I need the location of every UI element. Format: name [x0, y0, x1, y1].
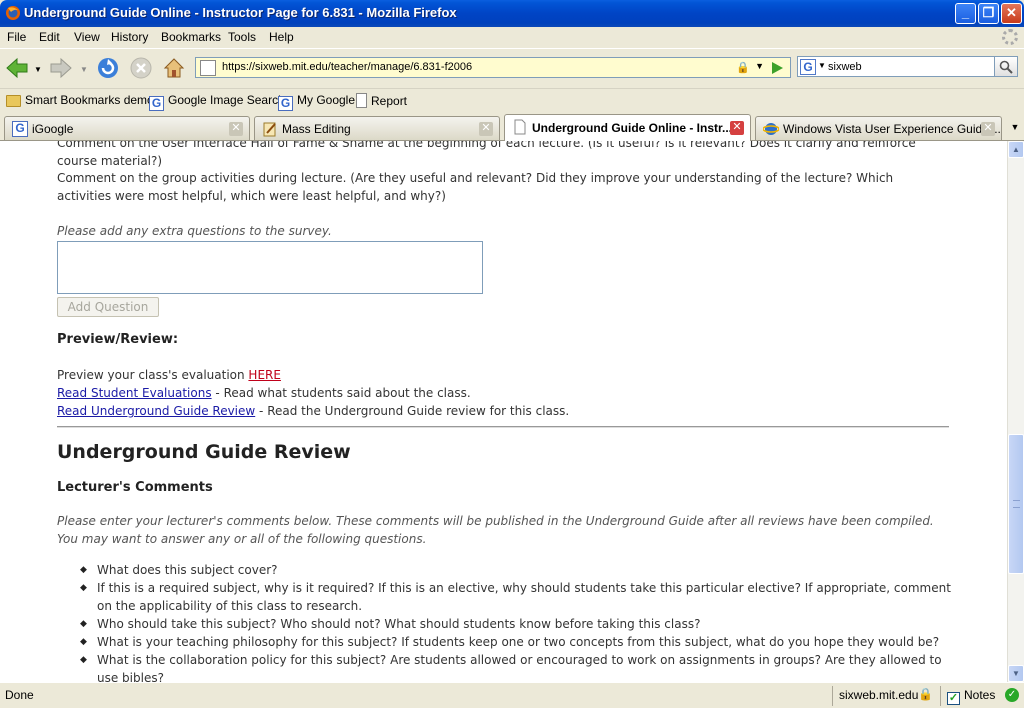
search-input[interactable] [828, 58, 988, 75]
tab-igoogle[interactable]: G iGoogle ✕ [4, 116, 250, 140]
window-title: Underground Guide Online - Instructor Pa… [24, 5, 457, 20]
history-dropdown-icon[interactable]: ▼ [755, 61, 764, 71]
extra-question-textarea[interactable] [57, 241, 483, 294]
address-url: https://sixweb.mit.edu/teacher/manage/6.… [222, 61, 473, 73]
menu-bookmarks[interactable]: Bookmarks [161, 30, 221, 44]
vertical-scrollbar[interactable]: ▲ ▼ [1007, 141, 1024, 682]
section-divider [57, 426, 949, 428]
read-student-line: Read Student Evaluations - Read what stu… [57, 386, 471, 400]
menu-bar: File Edit View History Bookmarks Tools H… [0, 27, 1024, 48]
tab-mass-editing[interactable]: Mass Editing ✕ [254, 116, 500, 140]
tab-underground-guide[interactable]: Underground Guide Online - Instr... ✕ [504, 114, 751, 141]
status-ok-icon: ✓ [1005, 688, 1019, 702]
secure-lock-icon[interactable]: 🔒 [918, 687, 933, 701]
google-engine-icon[interactable]: G [800, 59, 816, 75]
go-icon[interactable] [766, 58, 788, 78]
menu-edit[interactable]: Edit [39, 30, 60, 44]
lock-icon[interactable]: 🔒 [736, 61, 750, 74]
bookmark-google-image-search[interactable]: G Google Image Search [149, 93, 285, 111]
bookmark-smart-bookmarks[interactable]: Smart Bookmarks demos [6, 93, 160, 107]
bookmark-my-google[interactable]: G My Google [278, 93, 355, 111]
status-host: sixweb.mit.edu [832, 686, 918, 706]
forward-dropdown-icon[interactable]: ▼ [80, 65, 88, 74]
bookmark-report[interactable]: Report [356, 93, 407, 108]
magnifier-icon [999, 60, 1013, 74]
page-icon [514, 119, 526, 135]
grip-icon [1013, 500, 1020, 508]
extra-questions-prompt: Please add any extra questions to the su… [57, 224, 332, 238]
lecturers-comments-heading: Lecturer's Comments [57, 480, 213, 495]
preview-review-heading: Preview/Review: [57, 332, 179, 347]
checkbox-checked-icon[interactable]: ✓ [947, 692, 960, 705]
search-engine-dropdown-icon[interactable]: ▼ [818, 61, 826, 70]
google-icon: G [149, 96, 164, 111]
read-guide-line: Read Underground Guide Review - Read the… [57, 404, 570, 418]
list-item: What is your teaching philosophy for thi… [80, 633, 960, 651]
scroll-thumb[interactable] [1008, 434, 1024, 574]
page-icon [356, 93, 367, 108]
survey-question-group-activities: Comment on the group activities during l… [57, 171, 894, 203]
read-student-evaluations-link[interactable]: Read Student Evaluations [57, 386, 212, 400]
site-favicon-icon [200, 60, 216, 76]
ie-icon [763, 123, 779, 135]
close-window-button[interactable]: ✕ [1001, 3, 1022, 24]
close-tab-icon[interactable]: ✕ [479, 122, 493, 136]
close-tab-icon[interactable]: ✕ [229, 122, 243, 136]
search-go-button[interactable] [994, 56, 1018, 77]
lecturer-instructions: Please enter your lecturer's comments be… [57, 514, 934, 546]
back-icon[interactable] [4, 55, 30, 81]
notes-toggle[interactable]: ✓ Notes [940, 686, 995, 706]
underground-guide-review-heading: Underground Guide Review [57, 441, 351, 463]
home-icon[interactable] [161, 55, 187, 81]
back-dropdown-icon[interactable]: ▼ [34, 65, 42, 74]
tab-list-dropdown-icon[interactable]: ▼ [1006, 116, 1024, 138]
scroll-down-icon[interactable]: ▼ [1008, 665, 1024, 682]
folder-icon [6, 95, 21, 107]
list-item: Who should take this subject? Who should… [80, 615, 960, 633]
close-tab-icon[interactable]: ✕ [981, 122, 995, 136]
scroll-up-icon[interactable]: ▲ [1008, 141, 1024, 158]
tab-strip: G iGoogle ✕ Mass Editing ✕ Underground G… [0, 113, 1024, 141]
google-icon: G [12, 121, 28, 137]
edit-page-icon [263, 122, 276, 137]
forward-icon[interactable] [48, 55, 74, 81]
bookmarks-toolbar: Smart Bookmarks demos G Google Image Sear… [0, 88, 1024, 112]
menu-history[interactable]: History [111, 30, 148, 44]
title-bar: Underground Guide Online - Instructor Pa… [0, 0, 1024, 27]
firefox-icon [6, 6, 20, 20]
status-bar: Done sixweb.mit.edu 🔒 ✓ Notes ✓ [0, 682, 1024, 708]
menu-help[interactable]: Help [269, 30, 294, 44]
minimize-button[interactable]: _ [955, 3, 976, 24]
close-tab-icon[interactable]: ✕ [730, 121, 744, 135]
tab-windows-vista-guidelines[interactable]: Windows Vista User Experience Guideli...… [755, 116, 1002, 140]
list-item: What is the collaboration policy for thi… [80, 651, 960, 682]
page-content: Comment on the User Interface Hall of Fa… [0, 141, 1007, 682]
stop-icon[interactable] [128, 55, 154, 81]
google-icon: G [278, 96, 293, 111]
read-underground-guide-review-link[interactable]: Read Underground Guide Review [57, 404, 255, 418]
lecturer-question-list: What does this subject cover? If this is… [80, 561, 960, 682]
menu-tools[interactable]: Tools [228, 30, 256, 44]
menu-file[interactable]: File [7, 30, 26, 44]
throbber-icon [1002, 29, 1018, 45]
search-box[interactable]: G ▼ [797, 56, 995, 77]
status-text: Done [5, 688, 34, 702]
survey-question-hall-of-fame: Comment on the User Interface Hall of Fa… [57, 141, 916, 168]
add-question-button[interactable]: Add Question [57, 297, 159, 317]
menu-view[interactable]: View [74, 30, 100, 44]
reload-icon[interactable] [95, 55, 121, 81]
list-item: If this is a required subject, why is it… [80, 579, 960, 615]
list-item: What does this subject cover? [80, 561, 960, 579]
address-bar[interactable]: https://sixweb.mit.edu/teacher/manage/6.… [195, 57, 791, 78]
maximize-button[interactable]: ❐ [978, 3, 999, 24]
preview-here-link[interactable]: HERE [248, 368, 281, 382]
preview-line: Preview your class's evaluation HERE [57, 368, 281, 382]
